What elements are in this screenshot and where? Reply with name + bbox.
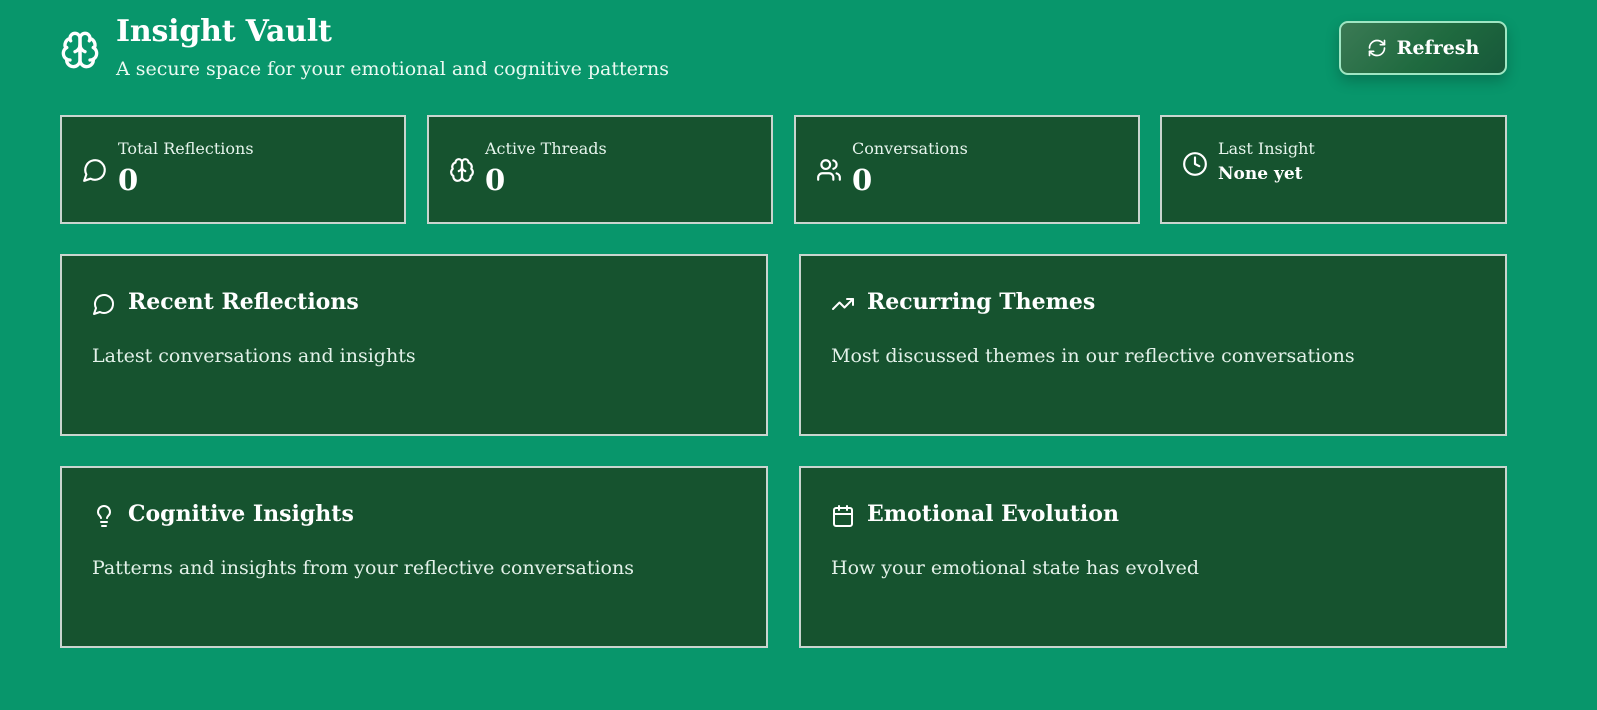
- panel-description: How your emotional state has evolved: [831, 557, 1199, 579]
- brain-icon: [449, 157, 475, 183]
- panel-title: Emotional Evolution: [867, 501, 1119, 527]
- stat-label: Last Insight: [1218, 139, 1315, 158]
- panel-cognitive-insights: Cognitive Insights Patterns and insights…: [60, 466, 768, 648]
- refresh-button-label: Refresh: [1396, 37, 1480, 59]
- stat-label: Total Reflections: [118, 139, 254, 158]
- panel-title: Cognitive Insights: [128, 501, 354, 527]
- stat-value: None yet: [1218, 164, 1303, 184]
- panel-description: Latest conversations and insights: [92, 345, 416, 367]
- panel-description: Patterns and insights from your reflecti…: [92, 557, 634, 579]
- panel-description: Most discussed themes in our reflective …: [831, 345, 1355, 367]
- stat-value: 0: [118, 163, 139, 197]
- stat-card-active-threads: Active Threads 0: [427, 115, 773, 224]
- users-icon: [816, 157, 842, 183]
- panel-title: Recent Reflections: [128, 289, 359, 315]
- message-circle-icon: [82, 157, 108, 183]
- brain-icon: [60, 30, 100, 70]
- lightbulb-icon: [92, 504, 116, 528]
- panel-recent-reflections: Recent Reflections Latest conversations …: [60, 254, 768, 436]
- stat-card-conversations: Conversations 0: [794, 115, 1140, 224]
- message-circle-icon: [92, 292, 116, 316]
- clock-icon: [1182, 151, 1208, 177]
- page-subtitle: A secure space for your emotional and co…: [116, 58, 669, 80]
- panel-emotional-evolution: Emotional Evolution How your emotional s…: [799, 466, 1507, 648]
- calendar-icon: [831, 504, 855, 528]
- panel-title: Recurring Themes: [867, 289, 1096, 315]
- stat-value: 0: [485, 163, 506, 197]
- stat-label: Active Threads: [485, 139, 607, 158]
- page-title: Insight Vault: [116, 14, 332, 49]
- stat-card-total-reflections: Total Reflections 0: [60, 115, 406, 224]
- page-header: Insight Vault A secure space for your em…: [60, 14, 1537, 94]
- panel-recurring-themes: Recurring Themes Most discussed themes i…: [799, 254, 1507, 436]
- trending-up-icon: [831, 292, 855, 316]
- stat-card-last-insight: Last Insight None yet: [1160, 115, 1507, 224]
- stat-value: 0: [852, 163, 873, 197]
- refresh-icon: [1367, 38, 1387, 58]
- stat-label: Conversations: [852, 139, 968, 158]
- refresh-button[interactable]: Refresh: [1339, 21, 1507, 75]
